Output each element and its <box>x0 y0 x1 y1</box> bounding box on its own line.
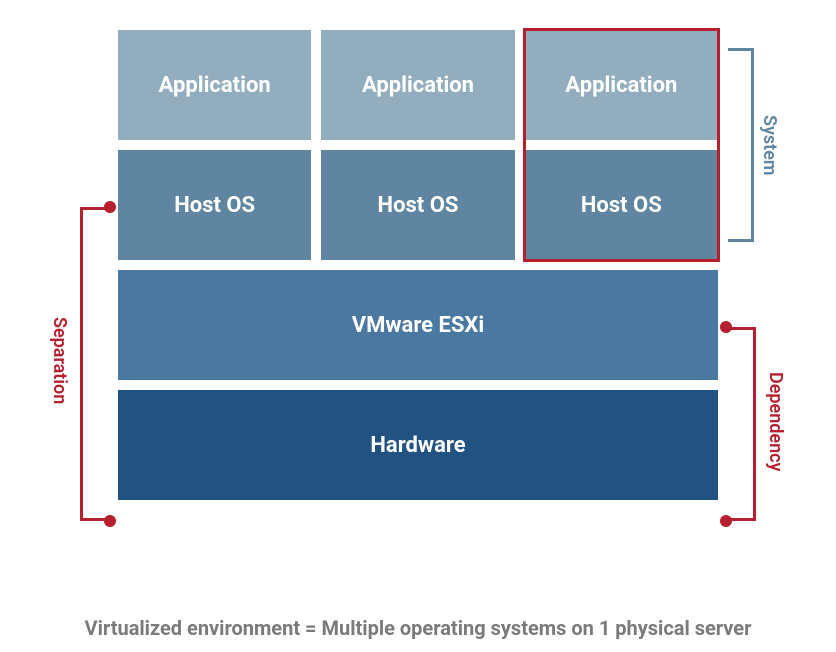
dependency-dot-bottom <box>720 515 732 527</box>
label-separation: Separation <box>49 317 70 404</box>
diagram-stage: Application Application Application Host… <box>118 30 718 510</box>
label-dependency: Dependency <box>765 372 786 471</box>
app-cell-2: Application <box>321 30 514 140</box>
label-system: System <box>759 115 780 176</box>
row-hypervisor: VMware ESXi <box>118 270 718 380</box>
os-cell-1: Host OS <box>118 150 311 260</box>
row-hardware: Hardware <box>118 390 718 500</box>
row-application: Application Application Application <box>118 30 718 140</box>
app-cell-1: Application <box>118 30 311 140</box>
os-cell-2: Host OS <box>321 150 514 260</box>
hardware-cell: Hardware <box>118 390 718 500</box>
separation-dot-top <box>104 201 116 213</box>
bracket-dependency <box>726 327 756 521</box>
bracket-separation <box>80 207 110 521</box>
app-cell-3: Application <box>525 30 718 140</box>
row-host-os: Host OS Host OS Host OS <box>118 150 718 260</box>
separation-dot-bottom <box>104 515 116 527</box>
dependency-dot-top <box>720 321 732 333</box>
bracket-system <box>728 48 754 242</box>
diagram-caption: Virtualized environment = Multiple opera… <box>0 616 836 640</box>
os-cell-3: Host OS <box>525 150 718 260</box>
hypervisor-cell: VMware ESXi <box>118 270 718 380</box>
